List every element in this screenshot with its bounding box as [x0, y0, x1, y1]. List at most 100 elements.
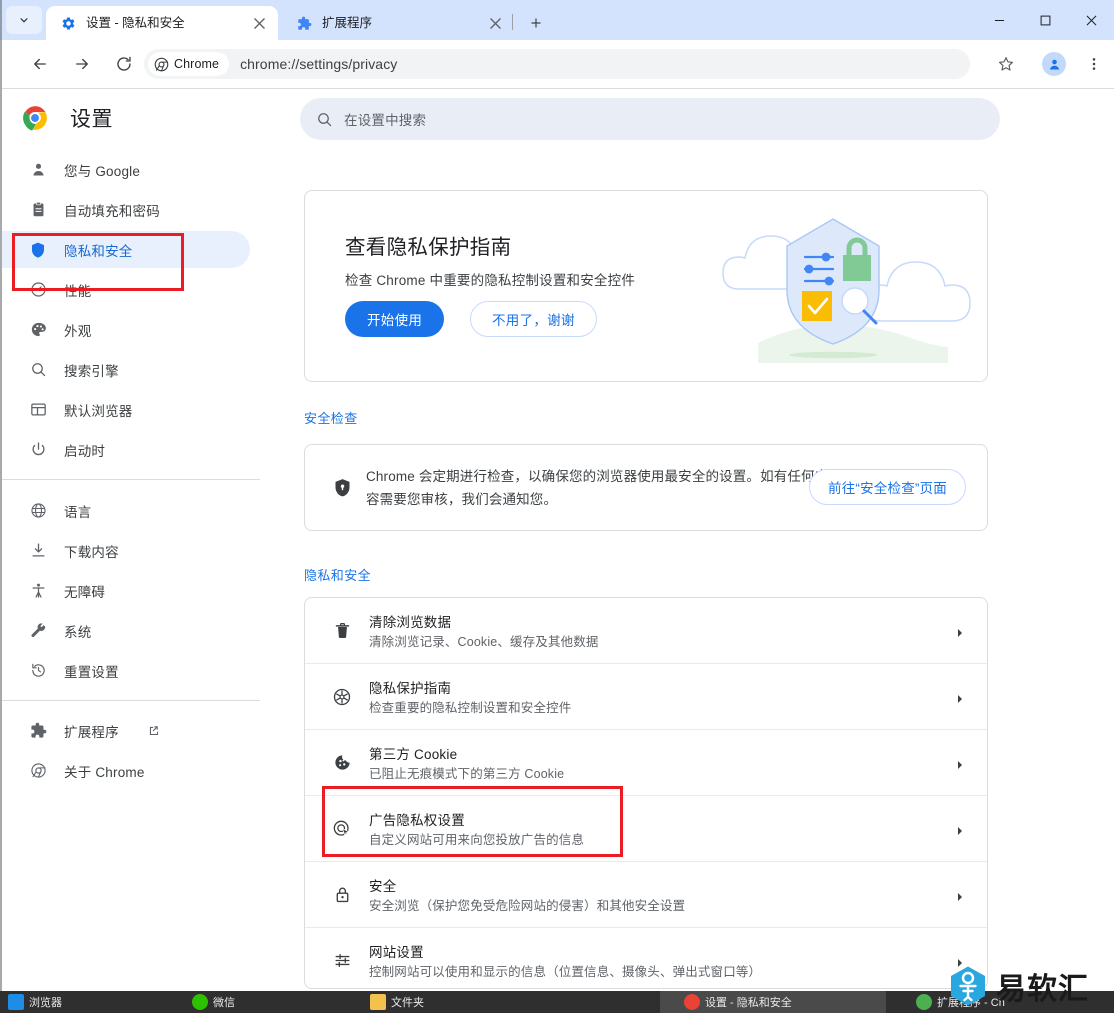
row-subtitle: 安全浏览（保护您免受危险网站的侵害）和其他安全设置 [369, 899, 686, 913]
tab-search-button[interactable] [6, 6, 42, 34]
sidebar-item-appearance[interactable]: 外观 [2, 311, 250, 348]
taskbar-app-icon [192, 994, 208, 1010]
bookmark-star-button[interactable] [992, 50, 1020, 78]
chrome-origin-chip: Chrome [148, 52, 230, 76]
maximize-button[interactable] [1022, 0, 1068, 40]
sidebar-item-you-and-google[interactable]: 您与 Google [2, 151, 250, 188]
external-link-icon [147, 724, 161, 738]
privacy-guide-start-button[interactable]: 开始使用 [345, 301, 445, 337]
table-row[interactable]: 第三方 Cookie 已阻止无痕模式下的第三方 Cookie [305, 729, 987, 795]
table-row[interactable]: 网站设置 控制网站可以使用和显示的信息（位置信息、摄像头、弹出式窗口等） [305, 927, 987, 988]
safety-check-section-title: 安全检查 [304, 411, 358, 426]
taskbar-item-label: 文件夹 [391, 997, 424, 1009]
privacy-guide-dismiss-button[interactable]: 不用了，谢谢 [470, 301, 597, 337]
settings-brand: 设置 [22, 103, 113, 133]
palette-icon [28, 320, 48, 340]
sidebar-item-downloads[interactable]: 下载内容 [2, 532, 250, 569]
table-row[interactable]: 安全 安全浏览（保护您免受危险网站的侵害）和其他安全设置 [305, 861, 987, 927]
address-bar[interactable]: Chrome chrome://settings/privacy [144, 49, 970, 79]
search-placeholder: 在设置中搜索 [344, 113, 427, 128]
tab-title: 设置 - 隐私和安全 [86, 16, 185, 30]
cookie-icon [331, 752, 353, 774]
settings-sidebar: 设置 您与 Google 自动填充和密码 隐私和安全 性能 外观 搜索引擎 默认… [2, 89, 260, 991]
sidebar-item-label: 系统 [64, 624, 92, 640]
row-subtitle: 自定义网站可用来向您投放广告的信息 [369, 833, 585, 847]
row-subtitle: 清除浏览记录、Cookie、缓存及其他数据 [369, 635, 599, 649]
sidebar-item-label: 重置设置 [64, 664, 119, 680]
reload-icon [117, 56, 131, 71]
chevron-right-icon [955, 823, 965, 835]
taskbar-item[interactable]: 浏览器 [8, 991, 128, 1013]
sidebar-item-label: 关于 Chrome [64, 764, 145, 780]
row-subtitle: 控制网站可以使用和显示的信息（位置信息、摄像头、弹出式窗口等） [369, 965, 762, 979]
row-title: 隐私保护指南 [369, 681, 452, 696]
sidebar-item-label: 下载内容 [64, 544, 119, 560]
taskbar-item-label: 微信 [213, 997, 235, 1009]
sidebar-item-on-startup[interactable]: 启动时 [2, 431, 250, 468]
power-icon [28, 440, 48, 460]
taskbar-item[interactable]: 文件夹 [370, 991, 490, 1013]
new-tab-button[interactable] [522, 10, 550, 36]
forward-button[interactable] [68, 50, 96, 78]
sidebar-item-label: 搜索引擎 [64, 363, 119, 379]
taskbar-item[interactable]: 设置 - 隐私和安全 [660, 991, 886, 1013]
tab-close-button[interactable] [250, 14, 268, 32]
search-input[interactable]: 在设置中搜索 [300, 98, 1000, 140]
sidebar-item-label: 您与 Google [64, 163, 141, 179]
table-row[interactable]: 清除浏览数据 清除浏览记录、Cookie、缓存及其他数据 [305, 598, 987, 663]
table-row[interactable]: 隐私保护指南 检查重要的隐私控制设置和安全控件 [305, 663, 987, 729]
sidebar-item-privacy-and-security[interactable]: 隐私和安全 [2, 231, 250, 268]
reload-button[interactable] [110, 50, 138, 78]
sidebar-item-label: 无障碍 [64, 584, 106, 600]
sidebar-item-performance[interactable]: 性能 [2, 271, 250, 308]
sidebar-item-accessibility[interactable]: 无障碍 [2, 572, 250, 609]
row-title: 清除浏览数据 [369, 615, 452, 630]
row-title: 安全 [369, 879, 397, 894]
tab-settings[interactable]: 设置 - 隐私和安全 [46, 6, 278, 40]
table-row[interactable]: 广告隐私权设置 自定义网站可用来向您投放广告的信息 [305, 795, 987, 861]
settings-main: 在设置中搜索 查看隐私保护指南 检查 Chrome 中重要的隐私控制设置和安全控… [260, 89, 1114, 991]
taskbar-app-icon [916, 994, 932, 1010]
close-button[interactable] [1068, 0, 1114, 40]
sidebar-item-extensions[interactable]: 扩展程序 [2, 712, 250, 749]
avatar[interactable] [1042, 52, 1066, 76]
sidebar-item-label: 自动填充和密码 [64, 203, 160, 219]
go-to-safety-check-button[interactable]: 前往“安全检查”页面 [809, 469, 966, 505]
chrome-icon [154, 57, 169, 71]
sidebar-item-languages[interactable]: 语言 [2, 492, 250, 529]
taskbar-app-icon [8, 994, 24, 1010]
browser-menu-button[interactable] [1080, 50, 1108, 78]
sidebar-item-system[interactable]: 系统 [2, 612, 250, 649]
taskbar: 浏览器 微信 文件夹 设置 - 隐私和安全 扩展程序 - Ch [0, 991, 1114, 1013]
chevron-right-icon [955, 757, 965, 769]
back-button[interactable] [26, 50, 54, 78]
browser-window-icon [28, 400, 48, 420]
sidebar-item-reset-settings[interactable]: 重置设置 [2, 652, 250, 689]
tab-separator [512, 14, 513, 30]
sidebar-item-default-browser[interactable]: 默认浏览器 [2, 391, 250, 428]
sidebar-item-about-chrome[interactable]: 关于 Chrome [2, 752, 250, 789]
sidebar-item-label: 扩展程序 [64, 724, 119, 740]
taskbar-item-label: 浏览器 [29, 997, 62, 1009]
tab-extensions[interactable]: 扩展程序 [282, 6, 514, 40]
privacy-guide-title: 查看隐私保护指南 [345, 236, 512, 259]
sidebar-item-label: 外观 [64, 323, 92, 339]
taskbar-item[interactable]: 微信 [192, 991, 312, 1013]
sidebar-item-search-engine[interactable]: 搜索引擎 [2, 351, 250, 388]
yiruanhui-logo [951, 966, 985, 1006]
watermark-text: 易软汇 [996, 972, 1089, 1007]
sliders-icon [331, 950, 353, 972]
tab-close-button[interactable] [486, 14, 504, 32]
trash-icon [331, 620, 353, 642]
sidebar-item-autofill[interactable]: 自动填充和密码 [2, 191, 250, 228]
speedometer-icon [28, 280, 48, 300]
globe-icon [28, 501, 48, 521]
tab-strip: 设置 - 隐私和安全 扩展程序 [0, 0, 1114, 40]
arrow-right-icon [76, 58, 88, 70]
puzzle-icon [28, 721, 48, 741]
minimize-button[interactable] [976, 0, 1022, 40]
search-icon [28, 360, 48, 380]
avatar-icon [1049, 59, 1059, 69]
privacy-settings-list: 清除浏览数据 清除浏览记录、Cookie、缓存及其他数据 隐私保护指南 检查重要… [304, 597, 988, 989]
taskbar-item-label: 设置 - 隐私和安全 [705, 997, 792, 1009]
